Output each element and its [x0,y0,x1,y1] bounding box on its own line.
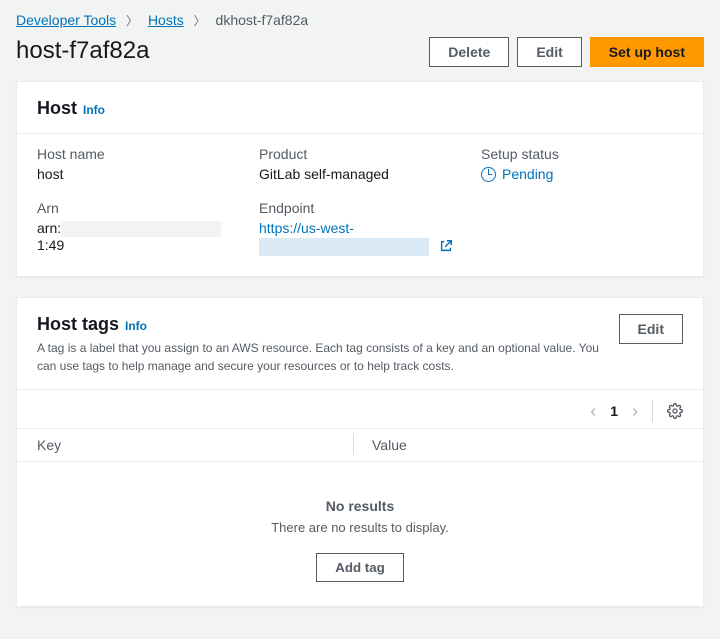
host-tags-info-link[interactable]: Info [125,319,147,333]
chevron-right-icon: 〉 [194,14,206,28]
breadcrumb-current: dkhost-f7af82a [216,12,309,28]
add-tag-button[interactable]: Add tag [316,553,404,582]
delete-button[interactable]: Delete [429,37,509,67]
host-tags-description: A tag is a label that you assign to an A… [37,339,619,375]
pending-icon [481,167,496,182]
host-panel-title: Host [37,98,77,119]
setup-status-label: Setup status [481,146,683,162]
page-number: 1 [610,403,618,419]
column-value: Value [360,437,683,453]
edit-tags-button[interactable]: Edit [619,314,683,344]
arn-value: arn: 1:49 [37,220,239,253]
arn-label: Arn [37,200,239,216]
empty-subtitle: There are no results to display. [17,520,703,535]
host-tags-panel: Host tags Info A tag is a label that you… [16,297,704,607]
endpoint-link[interactable]: https://us-west- [259,220,354,236]
setup-host-button[interactable]: Set up host [590,37,704,67]
product-label: Product [259,146,461,162]
host-panel: Host Info Host name host Product GitLab … [16,81,704,277]
endpoint-redacted [259,238,429,256]
column-key: Key [37,437,360,453]
breadcrumb-root[interactable]: Developer Tools [16,12,116,28]
product-value: GitLab self-managed [259,166,461,182]
arn-line1-prefix: arn: [37,220,61,236]
host-tags-title: Host tags [37,314,119,335]
breadcrumb: Developer Tools 〉 Hosts 〉 dkhost-f7af82a [16,12,704,29]
host-info-link[interactable]: Info [83,103,105,117]
next-page-icon[interactable]: › [632,401,638,422]
host-name-value: host [37,166,239,182]
gear-icon[interactable] [667,403,683,419]
external-link-icon[interactable] [439,239,453,253]
divider [652,400,653,422]
edit-button[interactable]: Edit [517,37,581,67]
setup-status-value: Pending [502,166,553,182]
chevron-right-icon: 〉 [126,14,138,28]
host-name-label: Host name [37,146,239,162]
endpoint-label: Endpoint [259,200,461,216]
arn-line2-prefix: 1:49 [37,237,64,253]
redacted-block [61,221,221,237]
prev-page-icon[interactable]: ‹ [590,401,596,422]
page-title: host-f7af82a [16,37,149,65]
breadcrumb-hosts[interactable]: Hosts [148,12,184,28]
empty-title: No results [17,498,703,514]
